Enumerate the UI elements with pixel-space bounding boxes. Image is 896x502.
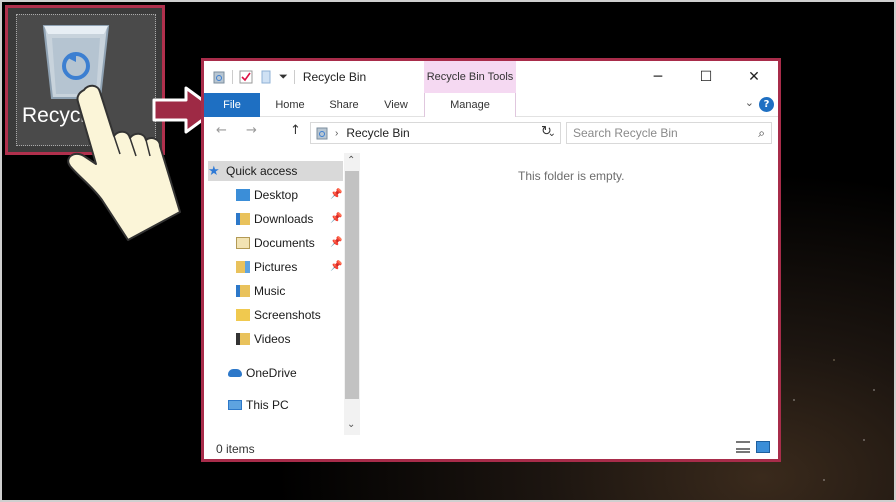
scroll-down-icon[interactable]: ⌄	[347, 419, 355, 430]
computer-icon	[228, 400, 242, 410]
documents-folder-icon	[236, 237, 250, 249]
search-placeholder: Search Recycle Bin	[573, 126, 678, 140]
up-button[interactable]: ↑	[290, 123, 301, 138]
nav-onedrive[interactable]: OneDrive	[228, 363, 297, 383]
recycle-bin-tools-tab: Recycle Bin Tools	[424, 61, 516, 93]
empty-folder-message: This folder is empty.	[518, 169, 625, 183]
nav-documents[interactable]: Documents	[236, 233, 315, 253]
item-count: 0 items	[216, 442, 255, 456]
desktop-folder-icon	[236, 189, 250, 201]
navigation-pane: ★ Quick access Desktop 📌 Downloads 📌 Doc…	[208, 153, 348, 435]
recycle-bin-small-icon	[213, 71, 225, 84]
refresh-button[interactable]: ↻	[541, 124, 552, 139]
scrollbar-thumb[interactable]	[345, 171, 359, 399]
nav-videos[interactable]: Videos	[236, 329, 290, 349]
nav-desktop[interactable]: Desktop	[236, 185, 298, 205]
pin-icon: 📌	[330, 213, 343, 224]
music-folder-icon	[236, 285, 250, 297]
forward-button[interactable]: →	[246, 123, 257, 138]
window-title: Recycle Bin	[302, 70, 367, 84]
minimize-button[interactable]: ─	[634, 61, 682, 93]
help-icon[interactable]: ?	[759, 97, 774, 112]
pictures-folder-icon	[236, 261, 250, 273]
videos-folder-icon	[236, 333, 250, 345]
nav-downloads[interactable]: Downloads	[236, 209, 313, 229]
address-bar[interactable]: › Recycle Bin ⌄	[310, 122, 561, 144]
nav-pane-scrollbar[interactable]: ⌃ ⌄	[344, 153, 360, 435]
view-switcher	[736, 441, 770, 453]
large-icons-view-icon[interactable]	[756, 441, 770, 453]
tab-view[interactable]: View	[374, 93, 418, 117]
nav-music[interactable]: Music	[236, 281, 285, 301]
properties-icon[interactable]	[239, 70, 253, 84]
star-icon: ★	[208, 163, 220, 178]
nav-quick-access[interactable]: ★ Quick access	[208, 161, 343, 181]
downloads-folder-icon	[236, 213, 250, 225]
tab-home[interactable]: Home	[266, 93, 314, 117]
explorer-window: ⏷ Recycle Bin Recycle Bin Tools ─ ☐ ✕ Fi…	[201, 58, 781, 462]
nav-screenshots[interactable]: Screenshots	[236, 305, 321, 325]
tab-share[interactable]: Share	[322, 93, 366, 117]
breadcrumb-recycle-bin[interactable]: Recycle Bin	[346, 126, 409, 140]
pin-icon: 📌	[330, 189, 343, 200]
nav-this-pc[interactable]: This PC	[228, 395, 289, 415]
search-icon[interactable]: ⌕	[758, 126, 765, 141]
customize-toolbar-icon[interactable]: ⏷	[279, 70, 288, 84]
address-row: ← → ↑ › Recycle Bin ⌄ ↻ Search Recycle B…	[204, 121, 778, 145]
scroll-up-icon[interactable]: ⌃	[347, 155, 355, 166]
tab-manage[interactable]: Manage	[424, 93, 516, 117]
back-button[interactable]: ←	[216, 123, 227, 138]
close-button[interactable]: ✕	[730, 61, 778, 93]
new-folder-icon[interactable]	[259, 70, 273, 84]
pin-icon: 📌	[330, 261, 343, 272]
recycle-bin-small-icon	[316, 127, 328, 140]
maximize-button[interactable]: ☐	[682, 61, 730, 93]
cloud-icon	[228, 369, 242, 377]
search-input[interactable]: Search Recycle Bin ⌕	[566, 122, 772, 144]
quick-access-toolbar: ⏷ Recycle Bin	[204, 70, 366, 84]
breadcrumb-separator[interactable]: ›	[335, 128, 338, 139]
title-bar: ⏷ Recycle Bin Recycle Bin Tools ─ ☐ ✕	[204, 61, 778, 93]
ribbon-tabs: File Home Share View Manage	[204, 93, 778, 117]
screenshots-folder-icon	[236, 309, 250, 321]
nav-pictures[interactable]: Pictures	[236, 257, 297, 277]
pin-icon: 📌	[330, 237, 343, 248]
tab-file[interactable]: File	[204, 93, 260, 117]
details-view-icon[interactable]	[736, 441, 750, 453]
expand-ribbon-icon[interactable]: ⌄	[745, 96, 754, 109]
